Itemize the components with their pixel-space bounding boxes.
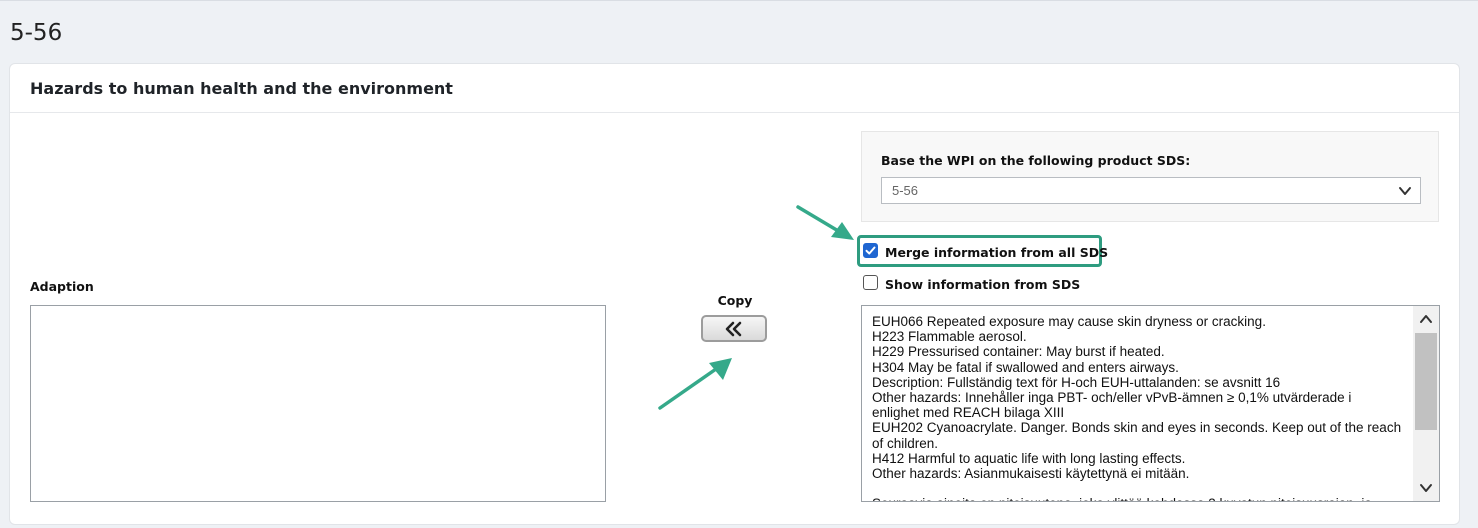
chevron-down-icon xyxy=(1399,187,1411,195)
page-title: 5-56 xyxy=(10,20,63,46)
adaption-label: Adaption xyxy=(30,279,94,294)
chevron-down-icon xyxy=(1420,484,1432,492)
sds-info-text: EUH066 Repeated exposure may cause skin … xyxy=(872,314,1402,501)
adaption-textarea[interactable] xyxy=(30,305,606,502)
show-sds-checkbox[interactable] xyxy=(863,275,878,290)
top-border xyxy=(0,0,1478,1)
copy-label: Copy xyxy=(717,293,753,308)
scrollbar[interactable] xyxy=(1413,306,1439,501)
merge-checkbox[interactable] xyxy=(863,243,878,258)
sds-select-value: 5-56 xyxy=(892,183,919,198)
scroll-down-button[interactable] xyxy=(1413,475,1439,501)
sds-select-dropdown[interactable]: 5-56 xyxy=(881,177,1421,204)
merge-checkbox-label[interactable]: Merge information from all SDS xyxy=(885,245,1108,260)
chevron-up-icon xyxy=(1420,315,1432,323)
hazards-card: Hazards to human health and the environm… xyxy=(9,63,1460,525)
copy-button[interactable] xyxy=(701,315,767,342)
show-sds-checkbox-label[interactable]: Show information from SDS xyxy=(885,277,1080,292)
sds-select-panel: Base the WPI on the following product SD… xyxy=(861,131,1439,222)
double-chevron-left-icon xyxy=(725,321,742,336)
scroll-thumb[interactable] xyxy=(1415,333,1437,430)
card-header: Hazards to human health and the environm… xyxy=(10,64,1459,113)
sds-info-textbox[interactable]: EUH066 Repeated exposure may cause skin … xyxy=(861,305,1440,502)
checkmark-icon xyxy=(865,246,876,255)
scroll-up-button[interactable] xyxy=(1413,306,1439,332)
sds-select-label: Base the WPI on the following product SD… xyxy=(881,153,1191,168)
